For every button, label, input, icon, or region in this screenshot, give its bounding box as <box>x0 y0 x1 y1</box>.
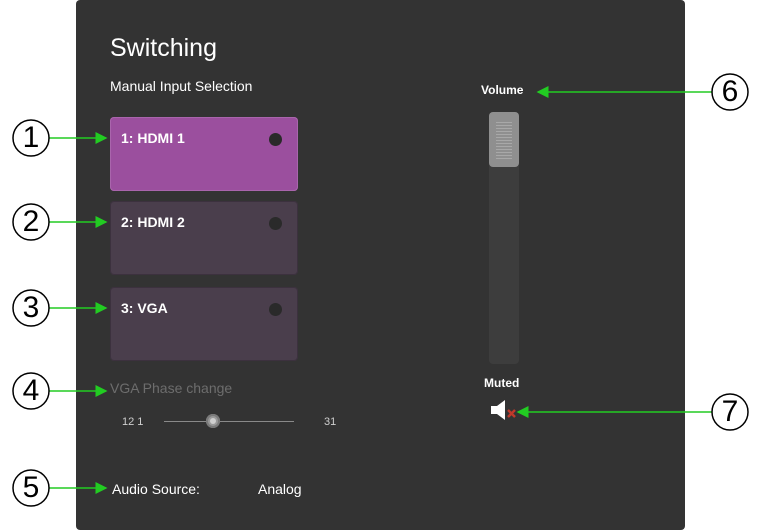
input-button-label: 1: HDMI 1 <box>121 130 185 146</box>
volume-slider-thumb[interactable] <box>489 112 519 167</box>
volume-label: Volume <box>481 83 524 97</box>
audio-source-label: Audio Source: <box>112 481 200 497</box>
callout-number: 7 <box>721 395 739 428</box>
slider-thumb[interactable] <box>206 414 221 428</box>
speaker-muted-icon[interactable] <box>490 398 520 422</box>
mute-status-label: Muted <box>484 376 520 390</box>
slider-max-label: 31 <box>324 416 337 428</box>
input-button-hdmi-2[interactable]: 2: HDMI 2 <box>110 201 298 275</box>
slider-track[interactable] <box>164 421 294 422</box>
callout-number: 5 <box>22 471 40 504</box>
callout-number: 6 <box>721 75 739 108</box>
vga-phase-slider[interactable]: 12 1 31 <box>122 412 352 432</box>
input-status-dot <box>269 217 282 230</box>
manual-input-selection-heading: Manual Input Selection <box>110 78 253 94</box>
input-status-dot <box>269 303 282 316</box>
input-button-label: 2: HDMI 2 <box>121 214 185 230</box>
input-button-vga[interactable]: 3: VGA <box>110 287 298 361</box>
callout-number: 2 <box>22 205 40 238</box>
input-button-hdmi-1[interactable]: 1: HDMI 1 <box>110 117 298 191</box>
slider-min-label: 12 1 <box>122 416 144 428</box>
page-title: Switching <box>110 34 217 62</box>
callout-number: 1 <box>22 121 40 154</box>
callout-number: 3 <box>22 291 40 324</box>
audio-source-value[interactable]: Analog <box>258 481 302 497</box>
input-button-label: 3: VGA <box>121 300 168 316</box>
callout-number: 4 <box>22 374 40 407</box>
vga-phase-label: VGA Phase change <box>110 380 233 396</box>
input-status-dot <box>269 133 282 146</box>
grip-icon <box>496 120 512 159</box>
